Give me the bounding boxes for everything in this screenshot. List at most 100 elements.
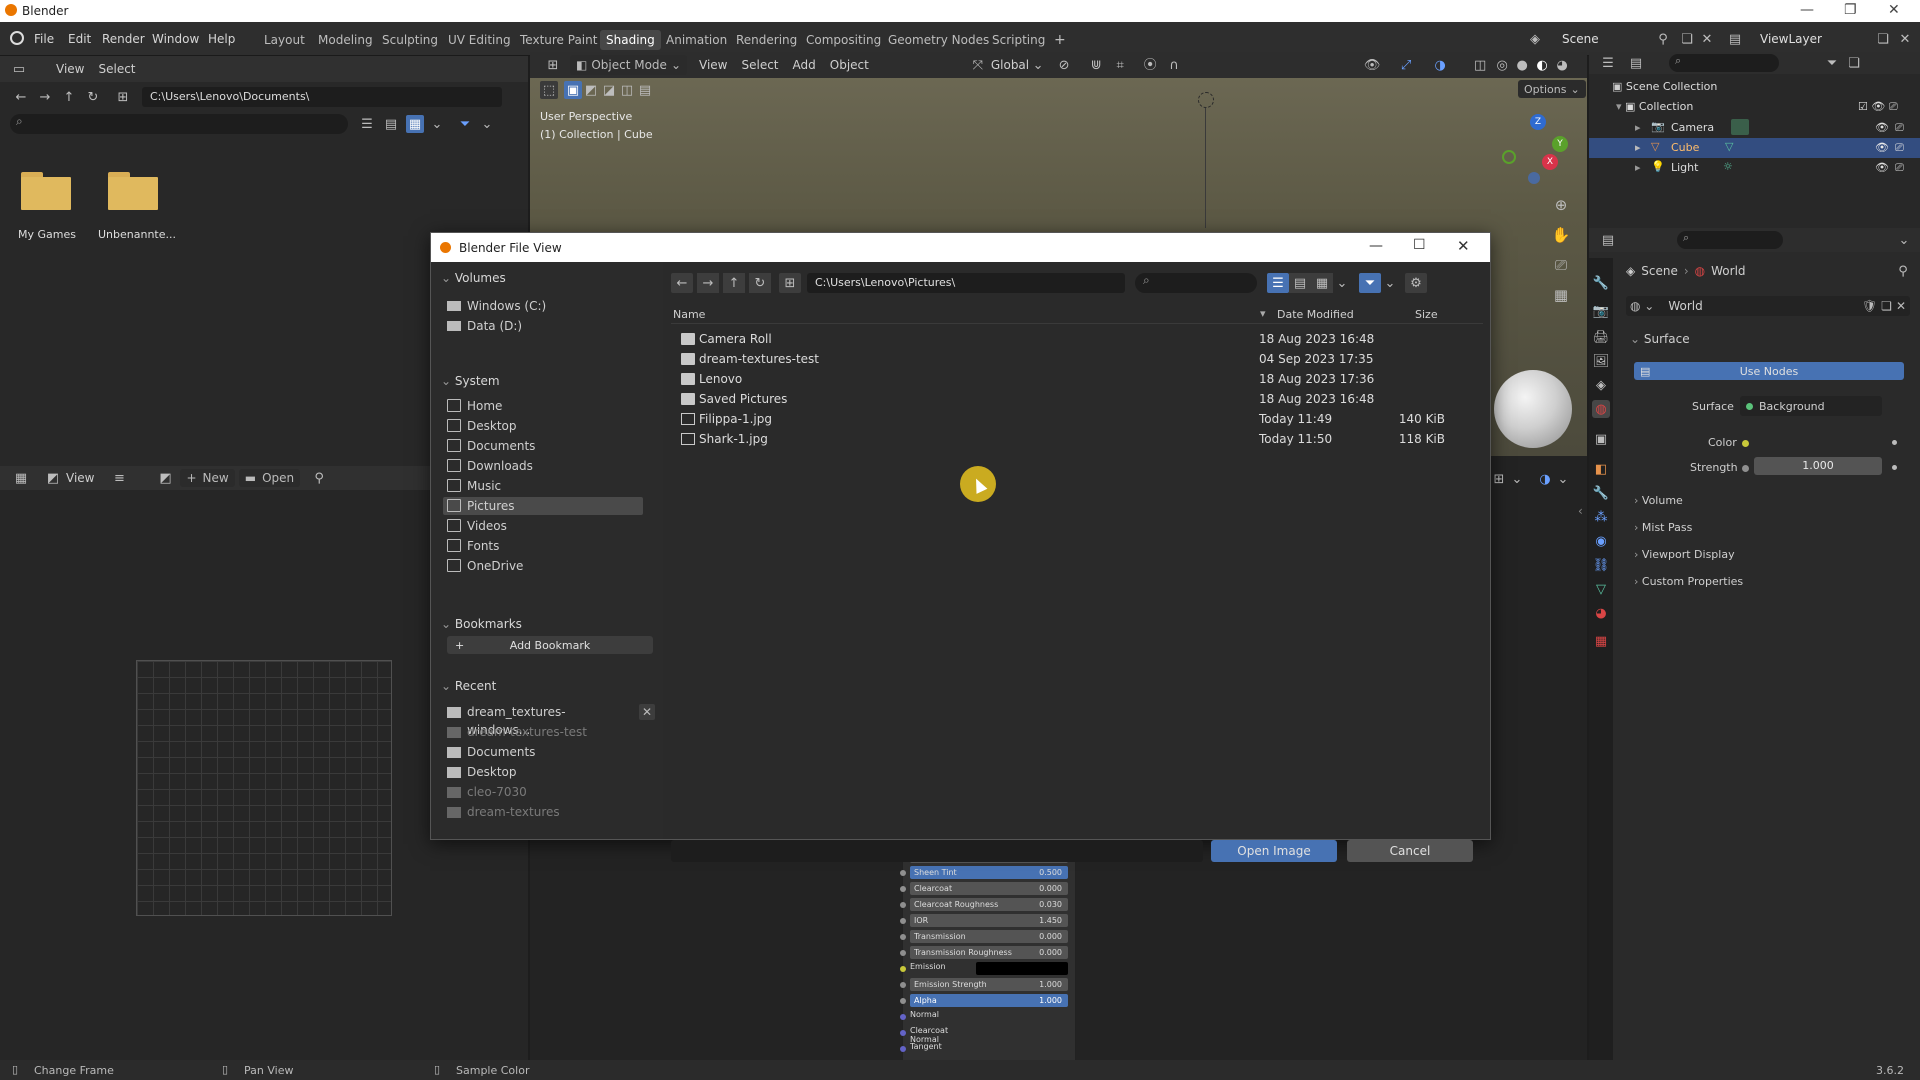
zoom-icon[interactable]: ⊕ — [1552, 196, 1570, 214]
viewport-menu-view[interactable]: View — [699, 58, 727, 72]
system-item-home[interactable]: Home — [443, 397, 643, 415]
material-tab-icon[interactable]: ◕ — [1592, 604, 1610, 622]
folder-unbenannte-label[interactable]: Unbenannte... — [98, 228, 176, 241]
transform-orientation-value[interactable]: Global — [991, 58, 1029, 72]
strength-field[interactable]: 1.000 — [1754, 457, 1882, 475]
tab-rendering[interactable]: Rendering — [730, 30, 803, 50]
chevron-down-icon[interactable]: ⌄ — [1508, 470, 1526, 488]
chevron-down-icon[interactable]: ⌄ — [1895, 231, 1913, 249]
recent-item[interactable]: cleo-7030 — [443, 783, 623, 801]
recent-item[interactable]: dream-textures-test — [443, 723, 623, 741]
delete-viewlayer-icon[interactable]: ✕ — [1896, 30, 1914, 48]
menu-render[interactable]: Render — [102, 32, 145, 46]
section-viewport-display[interactable]: › Viewport Display — [1634, 548, 1735, 561]
xray-icon[interactable]: ◫ — [1471, 56, 1489, 74]
file-browser-view-menu[interactable]: View — [56, 62, 84, 76]
pan-hand-icon[interactable]: ✋ — [1552, 226, 1571, 244]
filter-icon[interactable]: ⏷ — [456, 115, 474, 133]
close-icon[interactable]: ✕ — [1888, 2, 1900, 18]
scene-tab-icon[interactable]: ◈ — [1592, 376, 1610, 394]
select-subtract-icon[interactable]: ◪ — [600, 81, 618, 99]
node-socket-icon[interactable] — [900, 902, 906, 908]
file-row[interactable]: Lenovo 18 Aug 2023 17:36 — [673, 369, 1485, 389]
system-item-pictures[interactable]: Pictures — [443, 497, 643, 515]
filename-input[interactable] — [671, 840, 1203, 862]
select-extend-icon[interactable]: ◩ — [582, 81, 600, 99]
section-volume[interactable]: › Volume — [1634, 494, 1683, 507]
world-selector[interactable]: ◍ ⌄ World 🛡 ❏ ✕ — [1626, 296, 1910, 316]
surface-section-header[interactable]: ⌄ Surface — [1630, 332, 1690, 346]
ortho-toggle-icon[interactable]: ▦ — [1552, 286, 1570, 304]
tab-uv-editing[interactable]: UV Editing — [442, 30, 517, 50]
tab-geometry-nodes[interactable]: Geometry Nodes — [882, 30, 995, 50]
outliner-root[interactable]: ▣ Scene Collection — [1612, 80, 1717, 93]
gizmo-toggle-icon[interactable]: ⤢ — [1397, 56, 1415, 74]
rendered-shading-icon[interactable]: ◕ — [1553, 56, 1571, 74]
clear-recent-icon[interactable]: ✕ — [639, 704, 655, 720]
scene-name[interactable]: Scene — [1562, 32, 1599, 46]
use-nodes-button[interactable]: ▤ Use Nodes — [1634, 362, 1904, 380]
snap-icon[interactable]: ⊞ — [1490, 470, 1508, 488]
volumes-header[interactable]: ⌄ Volumes — [441, 271, 506, 285]
solid-shading-icon[interactable]: ● — [1513, 56, 1531, 74]
node-socket-icon[interactable] — [900, 1046, 906, 1052]
thumbnail-view-icon[interactable]: ▦ — [406, 115, 424, 133]
select-box-icon[interactable]: ▣ — [564, 81, 582, 99]
refresh-icon[interactable]: ↻ — [749, 273, 771, 293]
node-socket-icon[interactable] — [900, 886, 906, 892]
image-editor-view-menu[interactable]: View — [66, 471, 94, 485]
section-custom-properties[interactable]: › Custom Properties — [1634, 575, 1743, 588]
dialog-path-field[interactable]: C:\Users\Lenovo\Pictures\ — [807, 273, 1125, 293]
node-value-field[interactable]: IOR 1.450 — [910, 914, 1068, 927]
folder-my-games-icon[interactable] — [21, 172, 71, 210]
system-item-fonts[interactable]: Fonts — [443, 537, 643, 555]
emission-color-swatch[interactable] — [976, 962, 1068, 975]
node-socket-icon[interactable] — [900, 870, 906, 876]
material-shading-icon[interactable]: ◐ — [1533, 56, 1551, 74]
hamburger-icon[interactable]: ≡ — [110, 469, 128, 487]
fake-user-icon[interactable]: 🛡 — [1862, 299, 1877, 313]
open-image-button[interactable]: Open Image — [1211, 840, 1337, 862]
eye-icon[interactable]: 👁 — [1875, 121, 1889, 134]
render-tab-icon[interactable]: 📷 — [1592, 302, 1610, 320]
new-folder-icon[interactable]: ⊞ — [779, 273, 801, 293]
checkbox-icon[interactable]: ☑ — [1858, 100, 1868, 113]
menu-file[interactable]: File — [34, 32, 54, 46]
column-name[interactable]: Name — [673, 308, 705, 321]
detail-view-icon[interactable]: ▤ — [382, 115, 400, 133]
chevron-down-icon[interactable]: ⌄ — [478, 115, 496, 133]
data-tab-icon[interactable]: ▽ — [1592, 580, 1610, 598]
camera-render-icon[interactable]: ⎚ — [1889, 100, 1898, 113]
file-browser-select-menu[interactable]: Select — [98, 62, 135, 76]
node-value-field[interactable]: Transmission 0.000 — [910, 930, 1068, 943]
display-mode-icon[interactable]: ▤ — [1627, 54, 1645, 72]
viewport-menu-add[interactable]: Add — [793, 58, 816, 72]
search-input[interactable]: ⌕ — [10, 114, 348, 134]
recent-item[interactable]: dream_textures-windows... — [443, 703, 623, 737]
back-icon[interactable]: ← — [671, 273, 693, 293]
strength-keyframe-icon[interactable] — [1892, 465, 1897, 470]
overlay-toggle-icon[interactable]: ◑ — [1431, 56, 1449, 74]
eye-icon[interactable]: 👁 — [1871, 100, 1885, 113]
menu-help[interactable]: Help — [208, 32, 235, 46]
side-panel-toggle[interactable]: ‹ — [1578, 504, 1583, 518]
editor-type-icon[interactable]: ▭ — [10, 60, 28, 78]
recent-header[interactable]: ⌄ Recent — [441, 679, 496, 693]
tab-layout[interactable]: Layout — [258, 30, 311, 50]
camera-render-icon[interactable]: ⎚ — [1895, 121, 1904, 135]
recent-item[interactable]: Documents — [443, 743, 623, 761]
blender-menu-icon[interactable] — [10, 31, 24, 45]
system-item-documents[interactable]: Documents — [443, 437, 643, 455]
bookmarks-header[interactable]: ⌄ Bookmarks — [441, 617, 522, 631]
settings-gear-icon[interactable]: ⚙ — [1405, 273, 1427, 293]
eye-icon[interactable]: 👁 — [1875, 141, 1889, 154]
open-image-button[interactable]: ▬ Open — [238, 469, 301, 487]
tab-sculpting[interactable]: Sculpting — [376, 30, 444, 50]
node-socket-icon[interactable] — [900, 918, 906, 924]
outliner-item-camera[interactable]: ▸ 📷 Camera 👁 ⎚ — [1589, 118, 1920, 138]
file-row[interactable]: Camera Roll 18 Aug 2023 16:48 — [673, 329, 1485, 349]
section-mist-pass[interactable]: › Mist Pass — [1634, 521, 1692, 534]
particles-tab-icon[interactable]: ⁂ — [1592, 508, 1610, 526]
forward-icon[interactable]: → — [36, 88, 54, 106]
minimize-icon[interactable]: — — [1800, 2, 1814, 18]
